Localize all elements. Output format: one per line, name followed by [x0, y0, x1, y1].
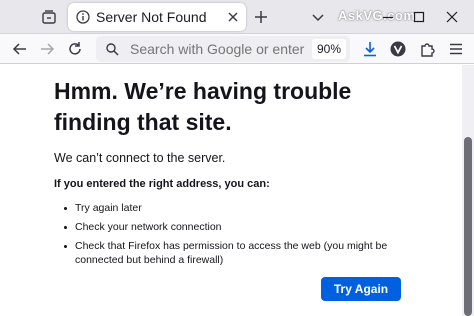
- minimize-icon[interactable]: [380, 9, 396, 25]
- search-icon: [106, 43, 119, 56]
- watermark: AskVG.com: [338, 8, 416, 23]
- list-item: Try again later: [64, 201, 404, 215]
- info-icon: [76, 10, 90, 24]
- extension-v-icon[interactable]: [389, 40, 407, 58]
- tab-server-not-found[interactable]: Server Not Found: [68, 3, 246, 31]
- tabs-list-icon: [42, 10, 56, 24]
- tabs-list-button[interactable]: [36, 5, 62, 29]
- try-again-button[interactable]: Try Again: [321, 277, 401, 301]
- window-close-icon[interactable]: [444, 9, 460, 25]
- plus-icon[interactable]: [252, 8, 270, 26]
- list-item: Check that Firefox has permission to acc…: [64, 239, 404, 267]
- maximize-icon[interactable]: [411, 9, 427, 25]
- browser-window: Server Not Found AskVG.com Search with G…: [0, 0, 474, 316]
- tab-title: Server Not Found: [96, 9, 207, 25]
- navigation-toolbar: 90%: [0, 34, 474, 64]
- forward-arrow-icon[interactable]: [38, 40, 56, 58]
- reload-icon[interactable]: [66, 40, 84, 58]
- hamburger-icon[interactable]: [447, 40, 465, 58]
- chevron-down-icon[interactable]: [311, 10, 325, 24]
- address-input[interactable]: [130, 39, 308, 59]
- url-bar[interactable]: 90%: [96, 36, 350, 62]
- error-page: Hmm. We’re having trouble finding that s…: [0, 65, 474, 316]
- list-item: Check your network connection: [64, 220, 404, 234]
- download-icon[interactable]: [361, 40, 379, 58]
- tab-strip: Server Not Found AskVG.com: [0, 0, 474, 34]
- scrollbar[interactable]: [462, 65, 474, 316]
- close-icon[interactable]: [226, 10, 240, 24]
- error-short-description: We can’t connect to the server.: [54, 151, 226, 165]
- suggestions-heading: If you entered the right address, you ca…: [54, 178, 270, 190]
- zoom-level-badge[interactable]: 90%: [311, 39, 346, 59]
- back-arrow-icon[interactable]: [11, 40, 29, 58]
- page-title: Hmm. We’re having trouble finding that s…: [54, 78, 352, 135]
- puzzle-icon[interactable]: [418, 40, 436, 58]
- scrollbar-thumb[interactable]: [464, 137, 472, 316]
- suggestions-list: Try again later Check your network conne…: [64, 201, 404, 272]
